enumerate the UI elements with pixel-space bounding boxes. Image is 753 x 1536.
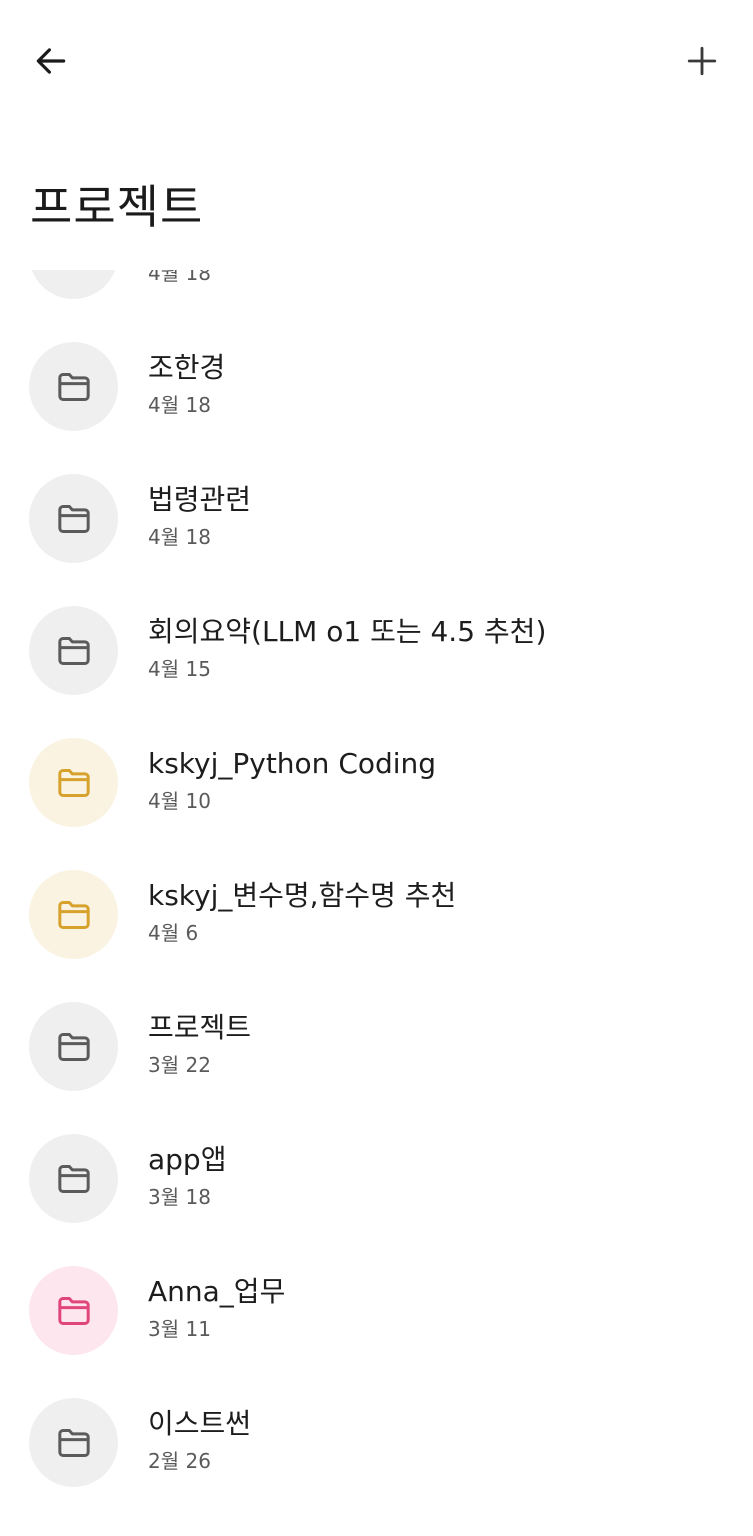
folder-icon [57, 768, 90, 797]
project-item[interactable]: 회의요약(LLM o1 또는 4.5 추천) 4월 15 [0, 592, 753, 724]
project-item[interactable]: 조한경 4월 18 [0, 328, 753, 460]
project-title: Anna_업무 [148, 1275, 286, 1308]
plus-icon [687, 46, 717, 76]
folder-avatar [29, 342, 118, 431]
project-date: 4월 18 [148, 270, 211, 285]
folder-avatar [29, 606, 118, 695]
project-item[interactable]: app앱 3월 18 [0, 1120, 753, 1252]
folder-icon [54, 270, 94, 275]
back-button[interactable] [22, 32, 80, 90]
project-date: 2월 26 [148, 1449, 211, 1473]
project-item[interactable]: kskyj_Python Coding 4월 10 [0, 724, 753, 856]
add-project-button[interactable] [673, 32, 731, 90]
project-title: app앱 [148, 1143, 227, 1176]
project-title: 이스트썬 [148, 1407, 252, 1440]
project-date: 3월 18 [148, 1185, 211, 1209]
folder-icon [57, 372, 90, 401]
project-date: 4월 18 [148, 525, 211, 549]
folder-avatar [29, 474, 118, 563]
folder-icon [57, 1428, 90, 1457]
project-title: 법령관련 [148, 483, 252, 516]
folder-icon [57, 900, 90, 929]
project-title: 회의요약(LLM o1 또는 4.5 추천) [148, 615, 547, 648]
project-title: 조한경 [148, 351, 226, 384]
project-date: 4월 15 [148, 657, 211, 681]
project-item[interactable]: 이스트썬 2월 26 [0, 1384, 753, 1516]
folder-icon [57, 636, 90, 665]
folder-icon [57, 1032, 90, 1061]
page-title: 프로젝트 [30, 180, 204, 234]
project-list[interactable]: 4월 18 조한경 4월 18 법령관련 4월 18 회의요약(LLM o1 또는 4.5… [0, 270, 753, 1536]
project-date: 3월 11 [148, 1317, 211, 1341]
folder-avatar [29, 1266, 118, 1355]
folder-avatar [29, 738, 118, 827]
project-item[interactable]: 프로젝트 3월 22 [0, 988, 753, 1120]
folder-avatar [29, 1002, 118, 1091]
folder-avatar [29, 270, 118, 299]
project-date: 3월 22 [148, 1053, 211, 1077]
folder-icon [57, 1164, 90, 1193]
top-app-bar [0, 0, 753, 120]
project-date: 4월 18 [148, 393, 211, 417]
project-item[interactable]: kskyj_변수명,함수명 추천 4월 6 [0, 856, 753, 988]
project-item[interactable]: Anna_업무 3월 11 [0, 1252, 753, 1384]
folder-icon [57, 504, 90, 533]
folder-icon [57, 1296, 90, 1325]
project-date: 4월 10 [148, 789, 211, 813]
arrow-left-icon [36, 48, 66, 74]
project-item[interactable]: 법령관련 4월 18 [0, 460, 753, 592]
project-title: 프로젝트 [148, 1011, 252, 1044]
project-title: kskyj_Python Coding [148, 747, 437, 780]
project-item[interactable]: 4월 18 [0, 270, 753, 328]
project-title: kskyj_변수명,함수명 추천 [148, 879, 457, 912]
folder-avatar [29, 1134, 118, 1223]
folder-avatar [29, 870, 118, 959]
project-date: 4월 6 [148, 921, 199, 945]
folder-avatar [29, 1398, 118, 1487]
